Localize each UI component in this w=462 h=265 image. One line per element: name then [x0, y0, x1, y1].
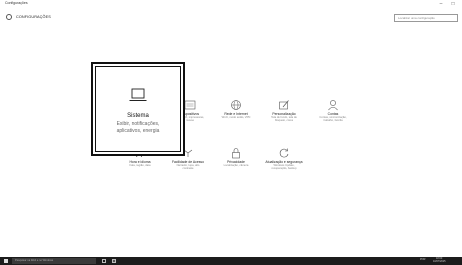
tile-title: Sistema — [127, 113, 149, 119]
tile-desc: recuperação, backup — [271, 167, 297, 171]
globe-icon — [230, 98, 242, 110]
laptop-icon — [129, 88, 147, 102]
tile-desc: Exibir, notificações, aplicativos, energ… — [93, 121, 183, 134]
tile-desc: bloqueio, cores — [274, 119, 294, 123]
windows-start-icon[interactable] — [4, 259, 8, 263]
task-view-icon[interactable] — [102, 259, 106, 263]
paintbrush-icon — [278, 98, 290, 110]
tile-desc: Fala, região, data — [129, 164, 151, 167]
tray-date[interactable]: 10/07/2015 — [433, 260, 446, 263]
tile-desc: Localização, câmera — [223, 164, 249, 167]
keyboard-icon — [184, 98, 196, 110]
tile-accounts[interactable]: Contas Contas, sincronização, trabalho, … — [311, 98, 355, 123]
maximize-button[interactable]: □ — [448, 0, 458, 8]
tile-privacy[interactable]: Privacidade Localização, câmera — [214, 146, 258, 167]
gear-icon — [6, 14, 12, 20]
tile-desc: trabalho, família — [323, 119, 343, 123]
person-icon — [327, 98, 339, 111]
focus-outline — [95, 66, 181, 152]
taskbar: Pesquisar na Web e no Windows POR 18:00 … — [0, 257, 462, 265]
minimize-button[interactable]: – — [436, 0, 446, 8]
tile-desc: Wi-Fi, modo avião, VPN — [221, 116, 251, 119]
tile-personalization[interactable]: Personalização Tela de fundo, tela de bl… — [262, 98, 306, 123]
settings-app-icon[interactable] — [112, 259, 116, 263]
tile-network[interactable]: Rede e Internet Wi-Fi, modo avião, VPN — [214, 98, 258, 119]
tile-desc: contraste — [182, 167, 194, 171]
search-input[interactable]: Localizar uma configuração — [394, 14, 458, 22]
tile-desc-line: aplicativos, energia — [116, 127, 160, 134]
title-bar: Configurações – □ — [0, 0, 462, 8]
tile-update-security[interactable]: Atualização e segurança Windows Update, … — [262, 146, 306, 171]
taskbar-search[interactable]: Pesquisar na Web e no Windows — [12, 258, 96, 264]
tray-language[interactable]: POR — [420, 258, 425, 261]
lock-icon — [230, 146, 242, 159]
refresh-icon — [278, 146, 290, 158]
page-title: CONFIGURAÇÕES — [16, 15, 51, 19]
window-title: Configurações — [5, 1, 28, 5]
tile-system[interactable]: Sistema Exibir, notificações, aplicativo… — [91, 62, 185, 156]
